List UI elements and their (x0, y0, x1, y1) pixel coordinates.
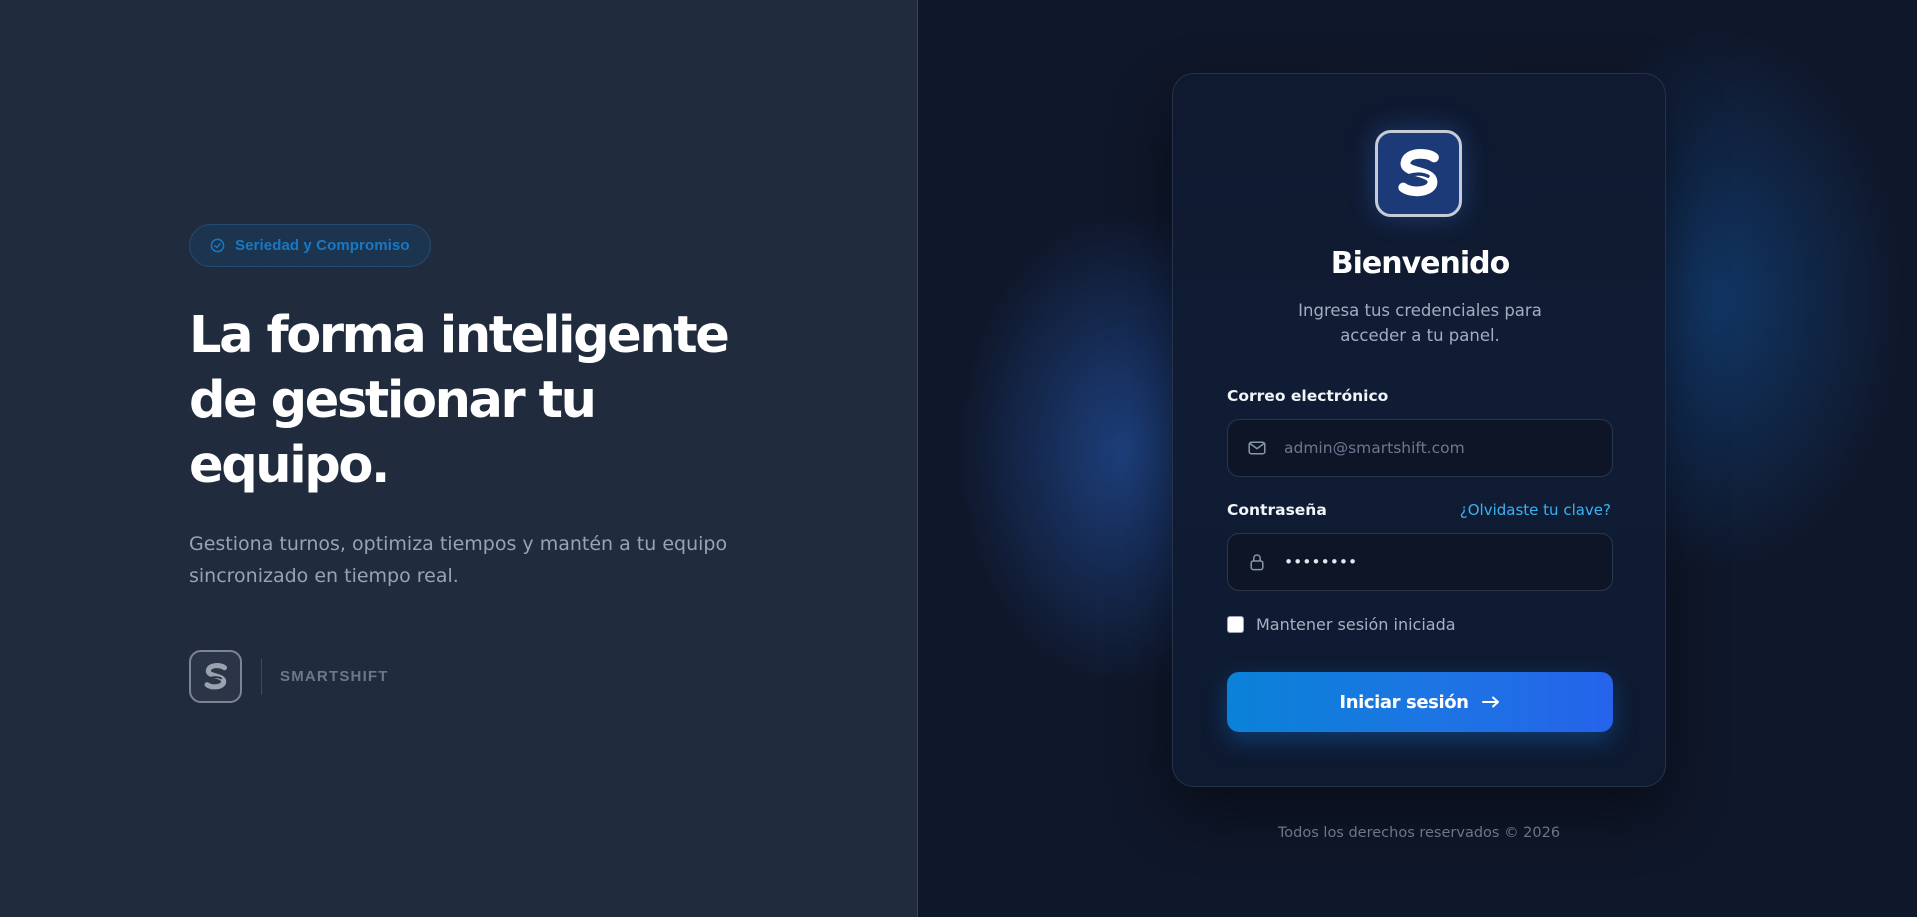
forgot-password-link[interactable]: ¿Olvidaste tu clave? (1460, 501, 1611, 519)
login-button-label: Iniciar sesión (1339, 691, 1469, 713)
login-subtitle-line: Ingresa tus credenciales para (1298, 301, 1542, 320)
mail-icon (1247, 438, 1267, 458)
login-card: Bienvenido Ingresa tus credenciales para… (1172, 73, 1666, 787)
login-title: Bienvenido (1330, 246, 1510, 281)
hero-description: Gestiona turnos, optimiza tiempos y mant… (189, 528, 749, 592)
hero-headline: La forma inteligente de gestionar tu equ… (189, 303, 749, 498)
hero-description-line: sincronizado en tiempo real. (189, 565, 459, 587)
email-input[interactable] (1282, 438, 1602, 458)
tagline-badge: Seriedad y Compromiso (189, 224, 431, 267)
login-page: Seriedad y Compromiso La forma inteligen… (0, 0, 1917, 917)
brand-divider (261, 658, 262, 695)
hero-content: Seriedad y Compromiso La forma inteligen… (189, 224, 749, 703)
hero-headline-line: de gestionar tu (189, 371, 597, 430)
remember-me-label: Mantener sesión iniciada (1256, 615, 1456, 634)
arrow-right-icon (1481, 695, 1501, 709)
password-label: Contraseña (1227, 501, 1327, 519)
smartshift-logo-icon (1375, 130, 1462, 217)
remember-me-checkbox[interactable] (1227, 616, 1244, 633)
hero-headline-line: equipo. (189, 436, 390, 495)
login-button[interactable]: Iniciar sesión (1227, 672, 1613, 732)
lock-icon (1247, 552, 1267, 572)
brand-name: SMARTSHIFT (280, 668, 389, 685)
login-subtitle: Ingresa tus credenciales para acceder a … (1173, 298, 1667, 348)
login-subtitle-line: acceder a tu panel. (1340, 326, 1500, 345)
smartshift-logo-icon (189, 650, 242, 703)
hero-headline-line: La forma inteligente (189, 306, 730, 365)
tagline-badge-label: Seriedad y Compromiso (235, 237, 410, 254)
password-field[interactable] (1227, 533, 1613, 591)
hero-panel: Seriedad y Compromiso La forma inteligen… (0, 0, 918, 917)
brand-row: SMARTSHIFT (189, 650, 749, 703)
password-input[interactable] (1282, 552, 1602, 572)
copyright-notice: Todos los derechos reservados © 2026 (1277, 825, 1561, 841)
email-label: Correo electrónico (1227, 387, 1389, 405)
remember-me[interactable]: Mantener sesión iniciada (1227, 615, 1456, 634)
hero-description-line: Gestiona turnos, optimiza tiempos y mant… (189, 533, 728, 555)
check-circle-icon (210, 238, 225, 253)
login-panel: Bienvenido Ingresa tus credenciales para… (918, 0, 1917, 917)
email-field[interactable] (1227, 419, 1613, 477)
